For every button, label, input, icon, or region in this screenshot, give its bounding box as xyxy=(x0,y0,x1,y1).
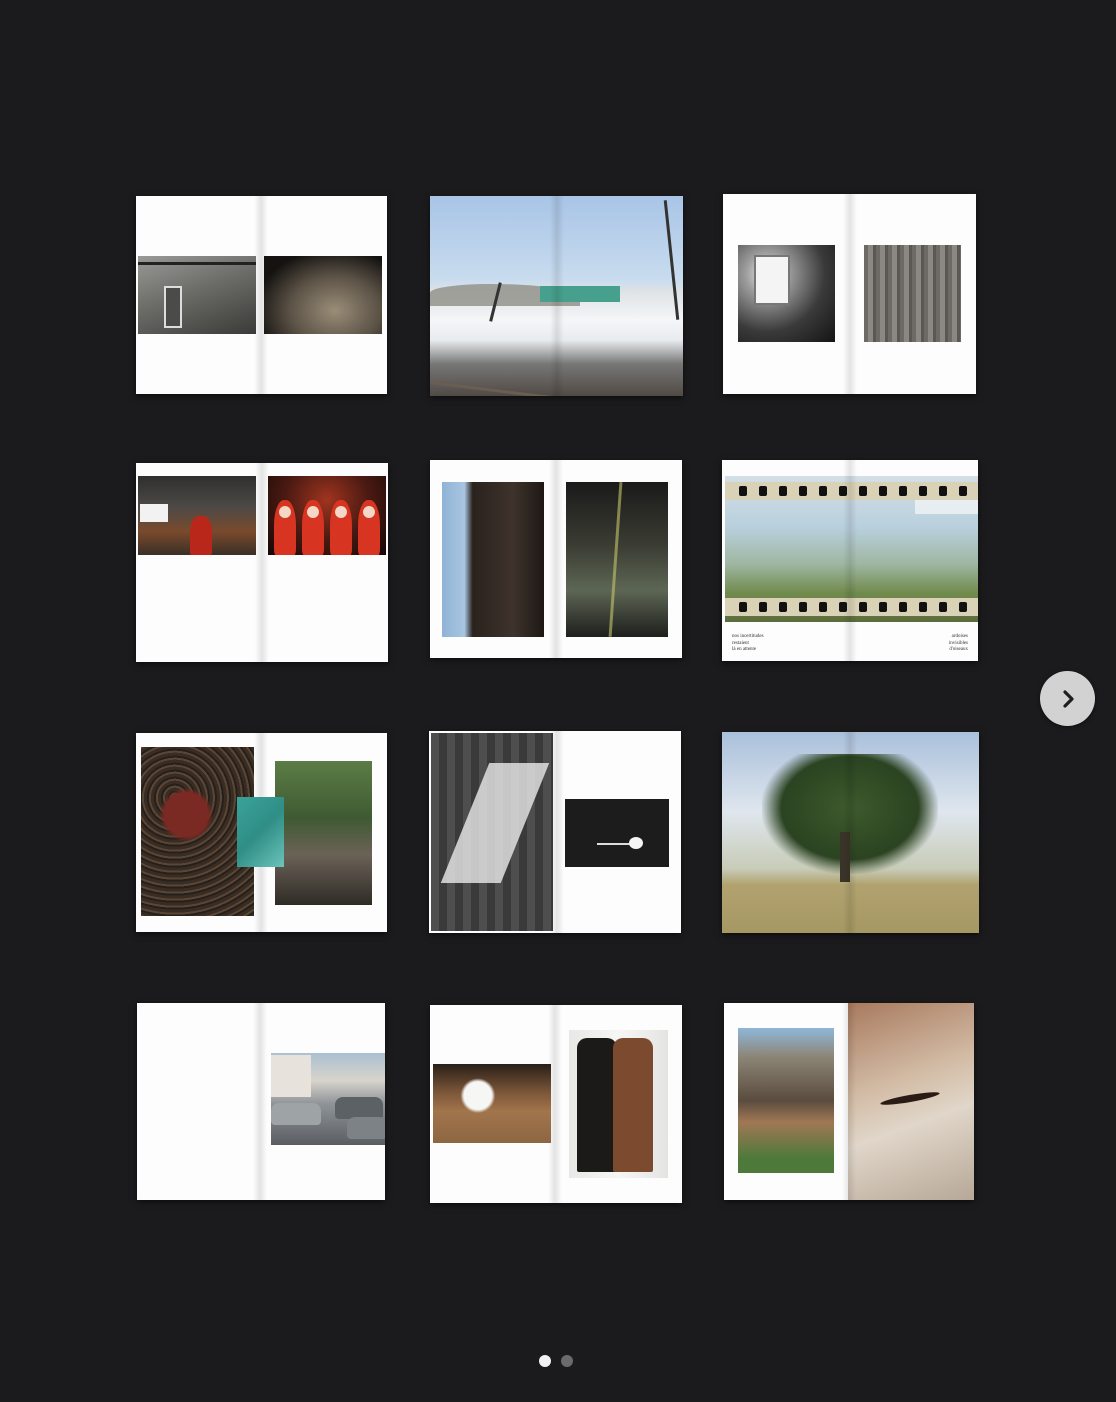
photo-teal-collage xyxy=(237,797,284,867)
book-spread-3[interactable] xyxy=(723,194,976,394)
photo-weathered-wall xyxy=(738,1028,834,1173)
carousel-pagination xyxy=(539,1355,573,1367)
photo-hand-flower xyxy=(565,799,669,867)
pagination-dot-2[interactable] xyxy=(561,1355,573,1367)
pagination-dot-1[interactable] xyxy=(539,1355,551,1367)
book-spread-9[interactable] xyxy=(722,732,979,933)
book-spread-6[interactable]: nos incertitudes restaient là en attente… xyxy=(722,460,978,661)
photo-green-path xyxy=(275,761,372,905)
chevron-right-icon xyxy=(1062,689,1074,708)
photo-santa-figures xyxy=(268,476,386,555)
photo-sand-texture xyxy=(848,1003,974,1200)
book-spread-5[interactable] xyxy=(430,460,682,658)
caption-right: ardoises invisibles d'oiseaux xyxy=(948,634,968,652)
book-spread-8[interactable] xyxy=(429,731,681,933)
book-spread-1[interactable] xyxy=(136,196,387,394)
book-spread-7[interactable] xyxy=(136,733,387,932)
photo-parked-cars xyxy=(271,1053,385,1145)
photo-floor-light xyxy=(431,733,553,931)
caption-left: nos incertitudes restaient là en attente xyxy=(732,634,764,652)
photo-bedroom-window xyxy=(738,245,835,342)
book-spread-12[interactable] xyxy=(724,1003,974,1200)
photo-interior-wall xyxy=(138,256,256,334)
book-spread-10[interactable] xyxy=(137,1003,385,1200)
book-spread-11[interactable] xyxy=(430,1005,682,1203)
photo-tree-trunk-sky xyxy=(442,482,544,637)
book-spread-4[interactable] xyxy=(136,463,388,662)
photo-tree-night xyxy=(264,256,382,334)
book-spread-2[interactable] xyxy=(430,196,683,396)
photo-dark-path xyxy=(566,482,668,637)
photo-hanging-robes xyxy=(569,1030,668,1178)
photo-white-flowers-table xyxy=(433,1064,551,1143)
photo-barn-door xyxy=(864,245,961,342)
photo-storefront-santa xyxy=(138,476,256,555)
next-slide-button[interactable] xyxy=(1040,671,1095,726)
